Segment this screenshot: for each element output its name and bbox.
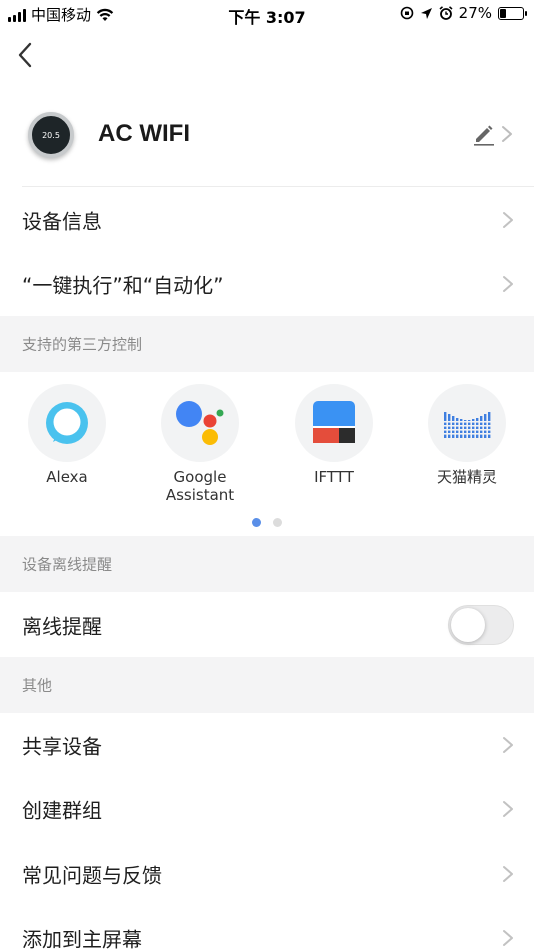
ifttt-logo-icon bbox=[295, 384, 373, 462]
row-label: “一键执行”和“自动化” bbox=[22, 273, 224, 298]
page-dot-active[interactable] bbox=[252, 518, 261, 527]
third-party-label: 天猫精灵 bbox=[436, 468, 497, 486]
status-bar: 中国移动 下午 3:07 27% bbox=[0, 0, 534, 28]
section-header-offline-alert: 设备离线提醒 bbox=[0, 536, 534, 592]
chevron-right-icon bbox=[503, 737, 513, 753]
device-thermostat-image: 20.5 bbox=[28, 112, 74, 158]
status-right: 27% bbox=[400, 4, 527, 22]
chevron-right-icon bbox=[502, 126, 512, 142]
chevron-right-icon bbox=[503, 212, 513, 228]
battery-icon bbox=[498, 6, 527, 20]
google-assistant-logo-icon bbox=[161, 384, 239, 462]
carousel-pagination bbox=[0, 518, 534, 527]
chevron-right-icon bbox=[503, 276, 513, 292]
location-icon bbox=[420, 7, 432, 19]
back-arrow-icon[interactable] bbox=[14, 40, 40, 70]
third-party-ifttt[interactable]: IFTTT bbox=[284, 384, 384, 486]
edit-pencil-icon[interactable] bbox=[472, 122, 496, 146]
row-label: 添加到主屏幕 bbox=[22, 927, 142, 950]
row-share-device[interactable]: 共享设备 bbox=[0, 713, 534, 777]
device-header[interactable]: 20.5 AC WIFI bbox=[0, 100, 534, 186]
row-scene-automation[interactable]: “一键执行”和“自动化” bbox=[0, 252, 534, 316]
row-offline-alert: 离线提醒 bbox=[0, 592, 534, 657]
section-header-third-party: 支持的第三方控制 bbox=[0, 316, 534, 372]
section-header-other: 其他 bbox=[0, 657, 534, 713]
section-title: 支持的第三方控制 bbox=[22, 335, 143, 354]
row-label: 创建群组 bbox=[22, 798, 102, 823]
page-dot[interactable] bbox=[273, 518, 282, 527]
section-title: 其他 bbox=[22, 676, 53, 695]
chevron-right-icon bbox=[503, 866, 513, 882]
row-device-info[interactable]: 设备信息 bbox=[0, 188, 534, 252]
third-party-alexa[interactable]: Alexa bbox=[17, 384, 117, 486]
orientation-lock-icon bbox=[400, 6, 413, 20]
row-label: 常见问题与反馈 bbox=[22, 863, 162, 888]
offline-alert-toggle[interactable] bbox=[448, 604, 514, 645]
divider bbox=[22, 186, 534, 187]
toggle-knob bbox=[451, 607, 485, 642]
row-create-group[interactable]: 创建群组 bbox=[0, 777, 534, 841]
section-title: 设备离线提醒 bbox=[22, 555, 113, 574]
row-label: 设备信息 bbox=[22, 209, 102, 234]
row-label: 离线提醒 bbox=[22, 614, 102, 638]
third-party-tmall-genie[interactable]: 天猫精灵 bbox=[417, 384, 517, 486]
third-party-google-assistant[interactable]: Google Assistant bbox=[150, 384, 250, 504]
third-party-carousel[interactable]: Alexa Google Assistant IFTTT 天猫精灵 bbox=[0, 372, 534, 536]
battery-percent: 27% bbox=[458, 4, 492, 22]
device-display-value: 20.5 bbox=[42, 130, 60, 140]
alarm-icon bbox=[439, 6, 453, 20]
third-party-label: IFTTT bbox=[314, 468, 354, 486]
third-party-label: Google Assistant bbox=[165, 468, 235, 504]
chevron-right-icon bbox=[503, 801, 513, 817]
row-add-to-home-screen[interactable]: 添加到主屏幕 bbox=[0, 906, 534, 950]
row-faq-feedback[interactable]: 常见问题与反馈 bbox=[0, 842, 534, 906]
chevron-right-icon bbox=[503, 930, 513, 946]
third-party-label: Alexa bbox=[46, 468, 88, 486]
alexa-logo-icon bbox=[28, 384, 106, 462]
device-name: AC WIFI bbox=[98, 120, 190, 147]
tmall-genie-logo-icon bbox=[428, 384, 506, 462]
row-label: 共享设备 bbox=[22, 734, 102, 759]
